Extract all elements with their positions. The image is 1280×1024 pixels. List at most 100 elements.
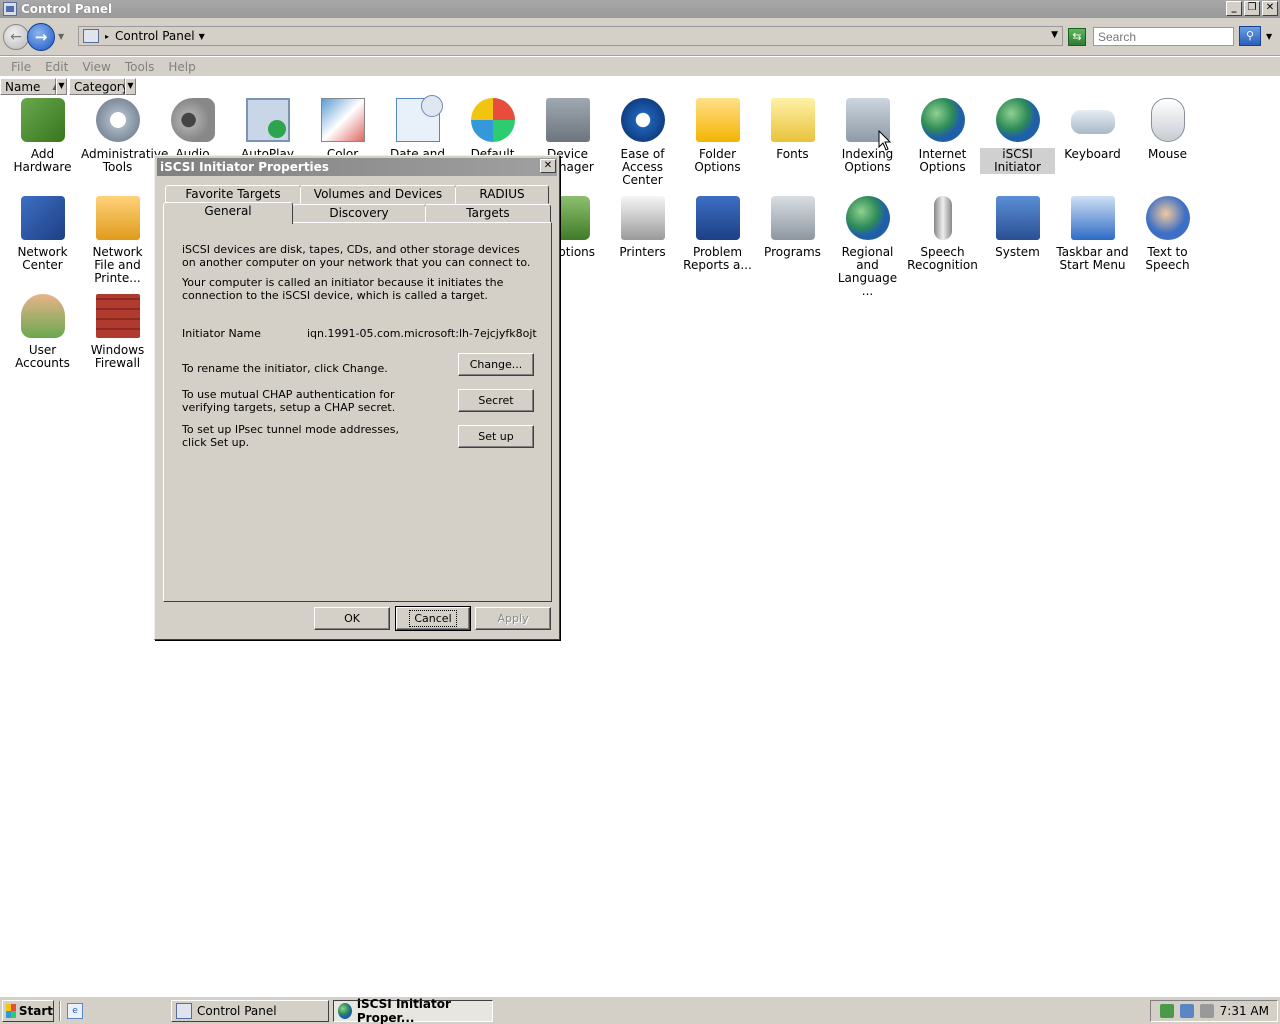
item-problem-reports[interactable]: Problem Reports a... (680, 196, 755, 272)
item-autoplay[interactable]: AutoPlay (230, 98, 305, 161)
rename-instructions: To rename the initiator, click Change. (182, 362, 388, 375)
item-label: User Accounts (15, 343, 70, 370)
add-hardware-icon (20, 98, 65, 142)
taskbar: Start e Control Panel iSCSI Initiator Pr… (0, 996, 1280, 1024)
item-label: Printers (619, 245, 666, 259)
dialog-close-button[interactable]: ✕ (540, 159, 556, 173)
tab-discovery[interactable]: Discovery (292, 204, 426, 223)
item-windows-firewall[interactable]: Windows Firewall (80, 294, 155, 370)
address-bar[interactable]: ▸ Control Panel ▼ ▼ (78, 26, 1063, 46)
user-accounts-icon (20, 294, 65, 338)
task-label: Control Panel (197, 1004, 277, 1018)
search-options-dropdown[interactable]: ▼ (1266, 32, 1272, 41)
menu-view[interactable]: View (82, 60, 110, 74)
menu-help[interactable]: Help (168, 60, 195, 74)
folder-options-icon (695, 98, 740, 142)
item-fonts[interactable]: Fonts (755, 98, 830, 161)
item-label: Administrative Tools (81, 147, 169, 174)
item-network-center[interactable]: Network Center (5, 196, 80, 272)
column-category[interactable]: Category (69, 78, 129, 95)
chevron-right-icon[interactable]: ▸ (105, 32, 109, 41)
menu-file[interactable]: File (11, 60, 31, 74)
item-regional-language[interactable]: Regional and Language ... (830, 196, 905, 298)
network-file-printer-icon (95, 196, 140, 240)
secret-button[interactable]: Secret (458, 389, 534, 412)
tab-radius[interactable]: RADIUS (455, 185, 549, 204)
item-network-file-printer[interactable]: Network File and Printe... (80, 196, 155, 285)
item-default-programs[interactable]: Default (455, 98, 530, 161)
start-label: Start (18, 1004, 53, 1018)
dialog-title[interactable]: iSCSI Initiator Properties (157, 158, 557, 176)
column-name-dropdown[interactable]: ▼ (56, 78, 67, 95)
item-label: System (995, 245, 1040, 259)
iscsi-properties-dialog: iSCSI Initiator Properties ✕ Favorite Ta… (154, 155, 560, 640)
apply-button[interactable]: Apply (475, 607, 551, 630)
ease-of-access-icon (620, 98, 665, 142)
item-iscsi-initiator[interactable]: iSCSI Initiator (980, 98, 1055, 174)
security-shield-icon[interactable] (1159, 1004, 1174, 1018)
close-button[interactable]: ✕ (1262, 1, 1278, 16)
column-category-dropdown[interactable]: ▼ (125, 78, 136, 95)
search-icon[interactable]: ⚲ (1239, 26, 1261, 46)
item-printers[interactable]: Printers (605, 196, 680, 259)
column-name[interactable]: Name▲ (0, 78, 59, 95)
item-color[interactable]: Color (305, 98, 380, 161)
item-programs[interactable]: Programs (755, 196, 830, 259)
forward-button[interactable]: → (27, 23, 55, 51)
tab-volumes-and-devices[interactable]: Volumes and Devices (300, 185, 456, 204)
volume-muted-icon[interactable] (1199, 1004, 1214, 1018)
item-label: Windows Firewall (90, 343, 145, 370)
column-name-label: Name (5, 79, 41, 94)
column-headers: Name▲ ▼ Category ▼ (0, 78, 136, 95)
change-button[interactable]: Change... (458, 353, 534, 376)
cancel-button[interactable]: Cancel (395, 606, 471, 631)
item-ease-of-access[interactable]: Ease of Access Center (605, 98, 680, 187)
item-administrative-tools[interactable]: Administrative Tools (80, 98, 169, 174)
item-folder-options[interactable]: Folder Options (680, 98, 755, 174)
item-text-to-speech[interactable]: Text to Speech (1130, 196, 1205, 272)
breadcrumb-control-panel[interactable]: Control Panel (115, 29, 195, 43)
network-icon[interactable] (1179, 1004, 1194, 1018)
ok-button[interactable]: OK (314, 607, 390, 630)
device-manager-icon (545, 98, 590, 142)
system-icon (995, 196, 1040, 240)
window-title-bar[interactable]: Control Panel _ ❐ ✕ (0, 0, 1280, 18)
item-indexing-options[interactable]: Indexing Options (830, 98, 905, 174)
item-mouse[interactable]: Mouse (1130, 98, 1205, 161)
refresh-button[interactable]: ⇆ (1068, 28, 1086, 46)
color-icon (320, 98, 365, 142)
maximize-button[interactable]: ❐ (1244, 1, 1260, 16)
minimize-button[interactable]: _ (1226, 1, 1242, 16)
item-label: Ease of Access Center (620, 147, 665, 187)
back-button[interactable]: ← (3, 24, 29, 50)
windows-logo-icon (6, 1004, 16, 1018)
address-dropdown-icon[interactable]: ▼ (1051, 30, 1058, 40)
search-input[interactable] (1093, 27, 1234, 46)
item-taskbar-start-menu[interactable]: Taskbar and Start Menu (1055, 196, 1130, 272)
item-add-hardware[interactable]: Add Hardware (5, 98, 80, 174)
menu-tools[interactable]: Tools (125, 60, 155, 74)
item-label: Mouse (1148, 147, 1187, 161)
tab-targets[interactable]: Targets (425, 204, 551, 223)
chevron-down-icon[interactable]: ▼ (199, 32, 205, 41)
recent-pages-dropdown[interactable]: ▼ (58, 32, 64, 41)
item-label: Add Hardware (13, 147, 72, 174)
item-label: Taskbar and Start Menu (1056, 245, 1129, 272)
menu-edit[interactable]: Edit (45, 60, 68, 74)
autoplay-icon (245, 98, 290, 142)
internet-explorer-icon[interactable]: e (67, 1003, 83, 1019)
item-internet-options[interactable]: Internet Options (905, 98, 980, 174)
start-button[interactable]: Start (2, 1000, 54, 1022)
tab-general[interactable]: General (163, 202, 293, 224)
task-control-panel[interactable]: Control Panel (171, 1000, 329, 1022)
item-speech-recognition[interactable]: Speech Recognition (905, 196, 980, 272)
clock[interactable]: 7:31 AM (1220, 1004, 1269, 1018)
item-label: Programs (764, 245, 821, 259)
control-panel-icon (83, 29, 99, 43)
item-system[interactable]: System (980, 196, 1055, 259)
task-iscsi-initiator[interactable]: iSCSI Initiator Proper... (333, 997, 493, 1024)
chap-instructions: To use mutual CHAP authentication for ve… (182, 388, 396, 414)
setup-button[interactable]: Set up (458, 425, 534, 448)
item-user-accounts[interactable]: User Accounts (5, 294, 80, 370)
item-keyboard[interactable]: Keyboard (1055, 98, 1130, 161)
